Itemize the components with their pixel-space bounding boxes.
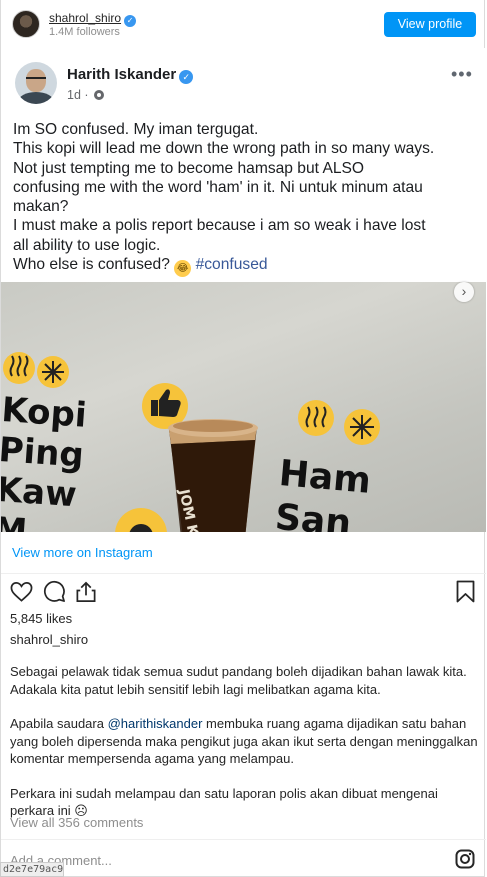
share-icon[interactable] (75, 580, 97, 603)
caption-paragraph: Apabila saudara @harithiskander membuka … (10, 716, 478, 766)
caption-paragraph: Sebagai pelawak tidak semua sudut pandan… (10, 664, 467, 697)
heart-icon[interactable] (10, 581, 33, 603)
post-line: all ability to use logic. (13, 236, 161, 254)
post-line: Not just tempting me to become hamsap bu… (13, 159, 365, 177)
next-arrow-icon[interactable]: › (454, 282, 474, 302)
comment-icon[interactable] (43, 580, 66, 603)
post-text: Im SO confused. My iman tergugat. This k… (13, 120, 481, 278)
avatar[interactable] (12, 10, 40, 38)
photo-word: Ping (1, 429, 86, 476)
author-avatar (15, 62, 57, 104)
post-line: I must make a polis report because i am … (13, 217, 426, 235)
profile-username[interactable]: shahrol_shiro ✓ (49, 11, 137, 27)
divider (1, 839, 486, 840)
caption-username[interactable]: shahrol_shiro (10, 632, 88, 647)
post-content-card: Harith Iskander ✓ 1d · ••• Im SO confused… (1, 48, 486, 282)
view-more-link-row: View more on Instagram (1, 532, 486, 574)
more-icon[interactable]: ••• (451, 64, 473, 85)
photo-text-right: Ham San (273, 452, 373, 532)
view-more-link[interactable]: View more on Instagram (12, 545, 153, 560)
view-profile-button[interactable]: View profile (384, 12, 476, 37)
post-line: This kopi will lead me down the wrong pa… (13, 140, 435, 158)
verified-badge-icon: ✓ (124, 15, 137, 27)
post-line: Who else is confused? 😂 #confused (13, 255, 481, 278)
laughing-emoji-icon: 😂 (174, 260, 192, 278)
photo-word: Kopi (1, 390, 88, 436)
caption-text: Sebagai pelawak tidak semua sudut pandan… (10, 663, 480, 837)
post-line: makan? (13, 198, 69, 216)
gear-icon (94, 90, 105, 100)
instagram-icon[interactable] (455, 849, 475, 869)
follower-count: 1.4M followers (49, 26, 120, 38)
action-bar (1, 574, 486, 610)
photo-word: Kaw (1, 469, 78, 516)
mention-link[interactable]: @harithiskander (108, 716, 203, 731)
like-count[interactable]: 5,845 likes (10, 611, 72, 626)
instagram-embed: shahrol_shiro ✓ 1.4M followers View profi… (0, 0, 486, 877)
hashtag-link[interactable]: #confused (196, 256, 268, 273)
view-all-comments-link[interactable]: View all 356 comments (10, 815, 143, 830)
photo-word: Ham (277, 452, 373, 502)
post-photo[interactable]: Kopi Ping Kaw M Ham San JOM K (1, 282, 486, 532)
author-name: Harith Iskander ✓ (67, 66, 194, 84)
embed-header: shahrol_shiro ✓ 1.4M followers View profi… (1, 0, 486, 48)
photo-text-left: Kopi Ping Kaw M (1, 390, 88, 532)
post-time: 1d · (67, 88, 105, 102)
verified-badge-icon: ✓ (179, 70, 194, 84)
post-line: confusing me with the word 'ham' in it. … (13, 178, 423, 196)
post-id-label: d2e7e79ac9 (0, 862, 64, 877)
post-line: Im SO confused. My iman tergugat. (13, 121, 259, 138)
bookmark-icon[interactable] (456, 580, 475, 603)
